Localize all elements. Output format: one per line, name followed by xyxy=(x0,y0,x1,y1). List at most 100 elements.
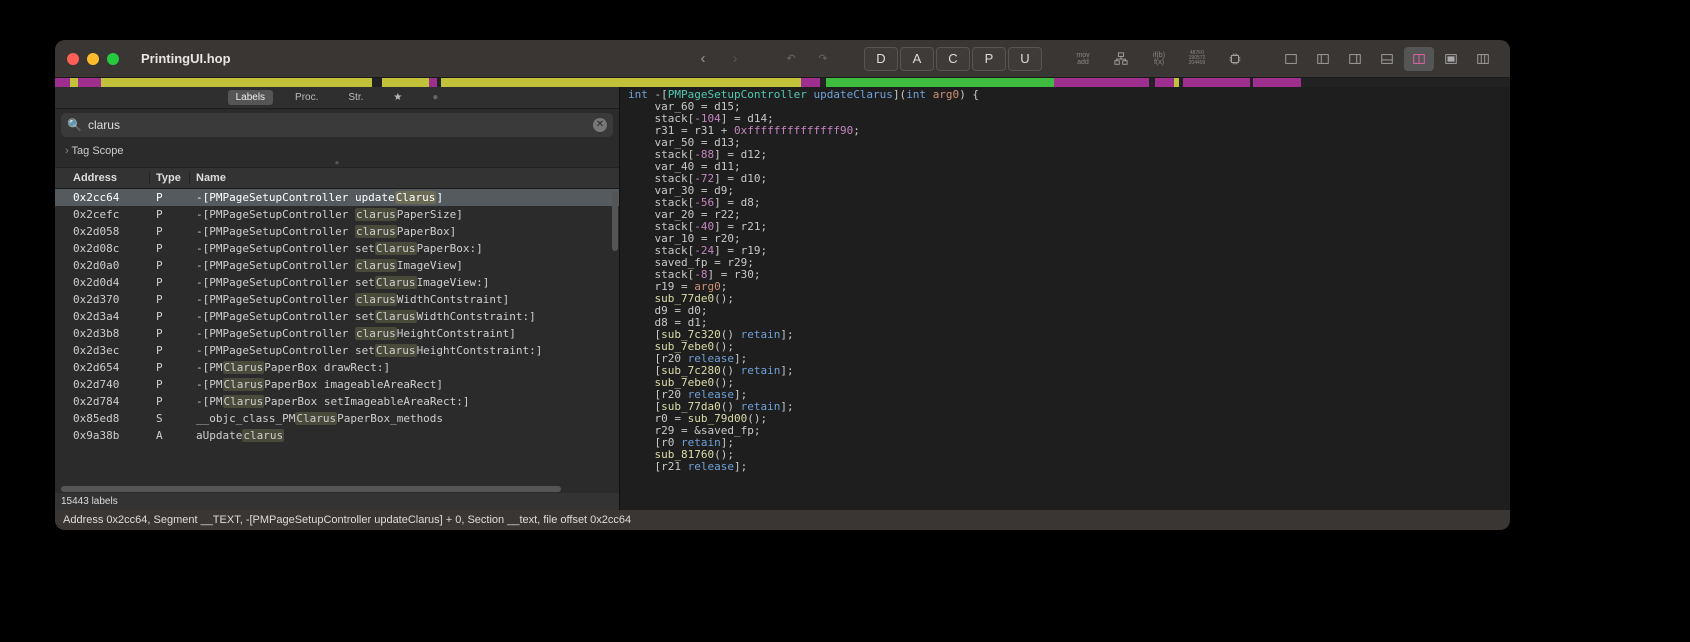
overview-segment[interactable] xyxy=(70,78,78,87)
app-window: PrintingUI.hop ‹ › ↶ ↷ D A C P U mov add… xyxy=(55,40,1510,530)
overview-segment[interactable] xyxy=(801,78,820,87)
search-input[interactable] xyxy=(84,118,593,132)
col-address[interactable]: Address xyxy=(55,172,150,184)
cpu-button[interactable] xyxy=(1220,47,1250,71)
cell-type: P xyxy=(150,259,190,272)
cell-address: 0x85ed8 xyxy=(55,412,150,425)
table-row[interactable]: 0x2d3b8P-[PMPageSetupController clarusHe… xyxy=(55,325,619,342)
chevron-right-icon: › xyxy=(733,50,738,67)
redo-icon: ↷ xyxy=(818,52,827,65)
type-a-button[interactable]: A xyxy=(900,47,934,71)
pseudocode-view[interactable]: int -[PMPageSetupController updateClarus… xyxy=(620,87,1510,510)
close-window-button[interactable] xyxy=(67,53,79,65)
table-row[interactable]: 0x2d3a4P-[PMPageSetupController setClaru… xyxy=(55,308,619,325)
asm-icon: mov add xyxy=(1076,52,1089,66)
overview-segment[interactable] xyxy=(1253,78,1300,87)
type-buttons: D A C P U xyxy=(864,47,1042,71)
cell-name: -[PMPageSetupController clarusPaperBox] xyxy=(190,225,619,238)
table-row[interactable]: 0x2d3ecP-[PMPageSetupController setClaru… xyxy=(55,342,619,359)
table-row[interactable]: 0x2d0d4P-[PMPageSetupController setClaru… xyxy=(55,274,619,291)
cell-name: -[PMClarusPaperBox imageableAreaRect] xyxy=(190,378,619,391)
nav-back-button[interactable]: ‹ xyxy=(688,47,718,71)
panel-split-icon xyxy=(1412,52,1426,66)
undo-button[interactable]: ↶ xyxy=(776,47,806,71)
type-u-button[interactable]: U xyxy=(1008,47,1042,71)
nav-forward-button[interactable]: › xyxy=(720,47,750,71)
search-highlight: clarus xyxy=(355,225,397,238)
cell-address: 0x9a38b xyxy=(55,429,150,442)
traffic-lights xyxy=(67,53,119,65)
redo-button[interactable]: ↷ xyxy=(808,47,838,71)
overview-segment[interactable] xyxy=(382,78,429,87)
table-row[interactable]: 0x2d0a0P-[PMPageSetupController clarusIm… xyxy=(55,257,619,274)
search-icon: 🔍 xyxy=(67,118,82,132)
layout-4-button[interactable] xyxy=(1372,47,1402,71)
table-row[interactable]: 0x85ed8S__objc_class_PMClarusPaperBox_me… xyxy=(55,410,619,427)
overview-segment[interactable] xyxy=(1301,78,1510,87)
cell-name: aUpdateclarus xyxy=(190,429,619,442)
search-box: 🔍 ✕ xyxy=(61,113,613,137)
cfg-mode-button[interactable] xyxy=(1106,47,1136,71)
search-highlight: Clarus xyxy=(223,378,265,391)
overview-segment[interactable] xyxy=(429,78,437,87)
zoom-window-button[interactable] xyxy=(107,53,119,65)
layout-5-button[interactable] xyxy=(1404,47,1434,71)
table-row[interactable]: 0x2d08cP-[PMPageSetupController setClaru… xyxy=(55,240,619,257)
layout-2-button[interactable] xyxy=(1308,47,1338,71)
cell-type: P xyxy=(150,242,190,255)
overview-segment[interactable] xyxy=(106,78,372,87)
search-highlight: Clarus xyxy=(395,191,437,204)
overview-segment[interactable] xyxy=(372,78,381,87)
tag-str[interactable]: Str. xyxy=(340,90,371,105)
table-row[interactable]: 0x2d370P-[PMPageSetupController clarusWi… xyxy=(55,291,619,308)
tag-dot[interactable]: ● xyxy=(424,90,446,105)
tag-proc[interactable]: Proc. xyxy=(287,90,326,105)
table-row[interactable]: 0x2d058P-[PMPageSetupController clarusPa… xyxy=(55,223,619,240)
sidebar-h-scrollbar[interactable] xyxy=(55,485,619,493)
tag-star[interactable]: ★ xyxy=(385,90,410,105)
cell-address: 0x2d654 xyxy=(55,361,150,374)
col-type[interactable]: Type xyxy=(150,172,190,184)
cell-name: -[PMClarusPaperBox setImageableAreaRect:… xyxy=(190,395,619,408)
minimize-window-button[interactable] xyxy=(87,53,99,65)
layout-6-button[interactable] xyxy=(1436,47,1466,71)
col-name[interactable]: Name xyxy=(190,172,619,184)
cell-name: -[PMPageSetupController setClarusPaperBo… xyxy=(190,242,619,255)
table-row[interactable]: 0x2d784P-[PMClarusPaperBox setImageableA… xyxy=(55,393,619,410)
layout-7-button[interactable] xyxy=(1468,47,1498,71)
overview-segment[interactable] xyxy=(441,78,802,87)
sidebar: Labels Proc. Str. ★ ● 🔍 ✕ Tag Scope ● Ad… xyxy=(55,87,620,510)
chip-icon xyxy=(1228,52,1242,66)
cell-type: P xyxy=(150,361,190,374)
sidebar-scrollbar[interactable] xyxy=(611,189,619,485)
table-row[interactable]: 0x2d654P-[PMClarusPaperBox drawRect:] xyxy=(55,359,619,376)
cell-name: __objc_class_PMClarusPaperBox_methods xyxy=(190,412,619,425)
overview-segment[interactable] xyxy=(1183,78,1249,87)
overview-segment[interactable] xyxy=(78,78,101,87)
hex-mode-button[interactable]: 487F0 190572 204409 xyxy=(1182,47,1212,71)
overview-segment[interactable] xyxy=(826,78,1054,87)
overview-segment[interactable] xyxy=(55,78,70,87)
labels-table-body[interactable]: 0x2cc64P-[PMPageSetupController updateCl… xyxy=(55,189,619,485)
code-pane: int -[PMPageSetupController updateClarus… xyxy=(620,87,1510,510)
layout-1-button[interactable] xyxy=(1276,47,1306,71)
type-c-button[interactable]: C xyxy=(936,47,970,71)
clear-search-button[interactable]: ✕ xyxy=(593,118,607,132)
overview-segment[interactable] xyxy=(1073,78,1149,87)
segment-overview-bar[interactable] xyxy=(55,78,1510,87)
table-row[interactable]: 0x2cc64P-[PMPageSetupController updateCl… xyxy=(55,189,619,206)
tag-labels[interactable]: Labels xyxy=(228,90,273,105)
type-d-button[interactable]: D xyxy=(864,47,898,71)
search-highlight: clarus xyxy=(355,208,397,221)
asm-mode-button[interactable]: mov add xyxy=(1068,47,1098,71)
type-p-button[interactable]: P xyxy=(972,47,1006,71)
overview-segment[interactable] xyxy=(1054,78,1073,87)
table-header: Address Type Name xyxy=(55,167,619,189)
table-row[interactable]: 0x9a38bAaUpdateclarus xyxy=(55,427,619,444)
pseudo-mode-button[interactable]: if(b) f(x) xyxy=(1144,47,1174,71)
layout-3-button[interactable] xyxy=(1340,47,1370,71)
table-row[interactable]: 0x2cefcP-[PMPageSetupController clarusPa… xyxy=(55,206,619,223)
cell-address: 0x2cc64 xyxy=(55,191,150,204)
table-row[interactable]: 0x2d740P-[PMClarusPaperBox imageableArea… xyxy=(55,376,619,393)
overview-segment[interactable] xyxy=(1155,78,1174,87)
